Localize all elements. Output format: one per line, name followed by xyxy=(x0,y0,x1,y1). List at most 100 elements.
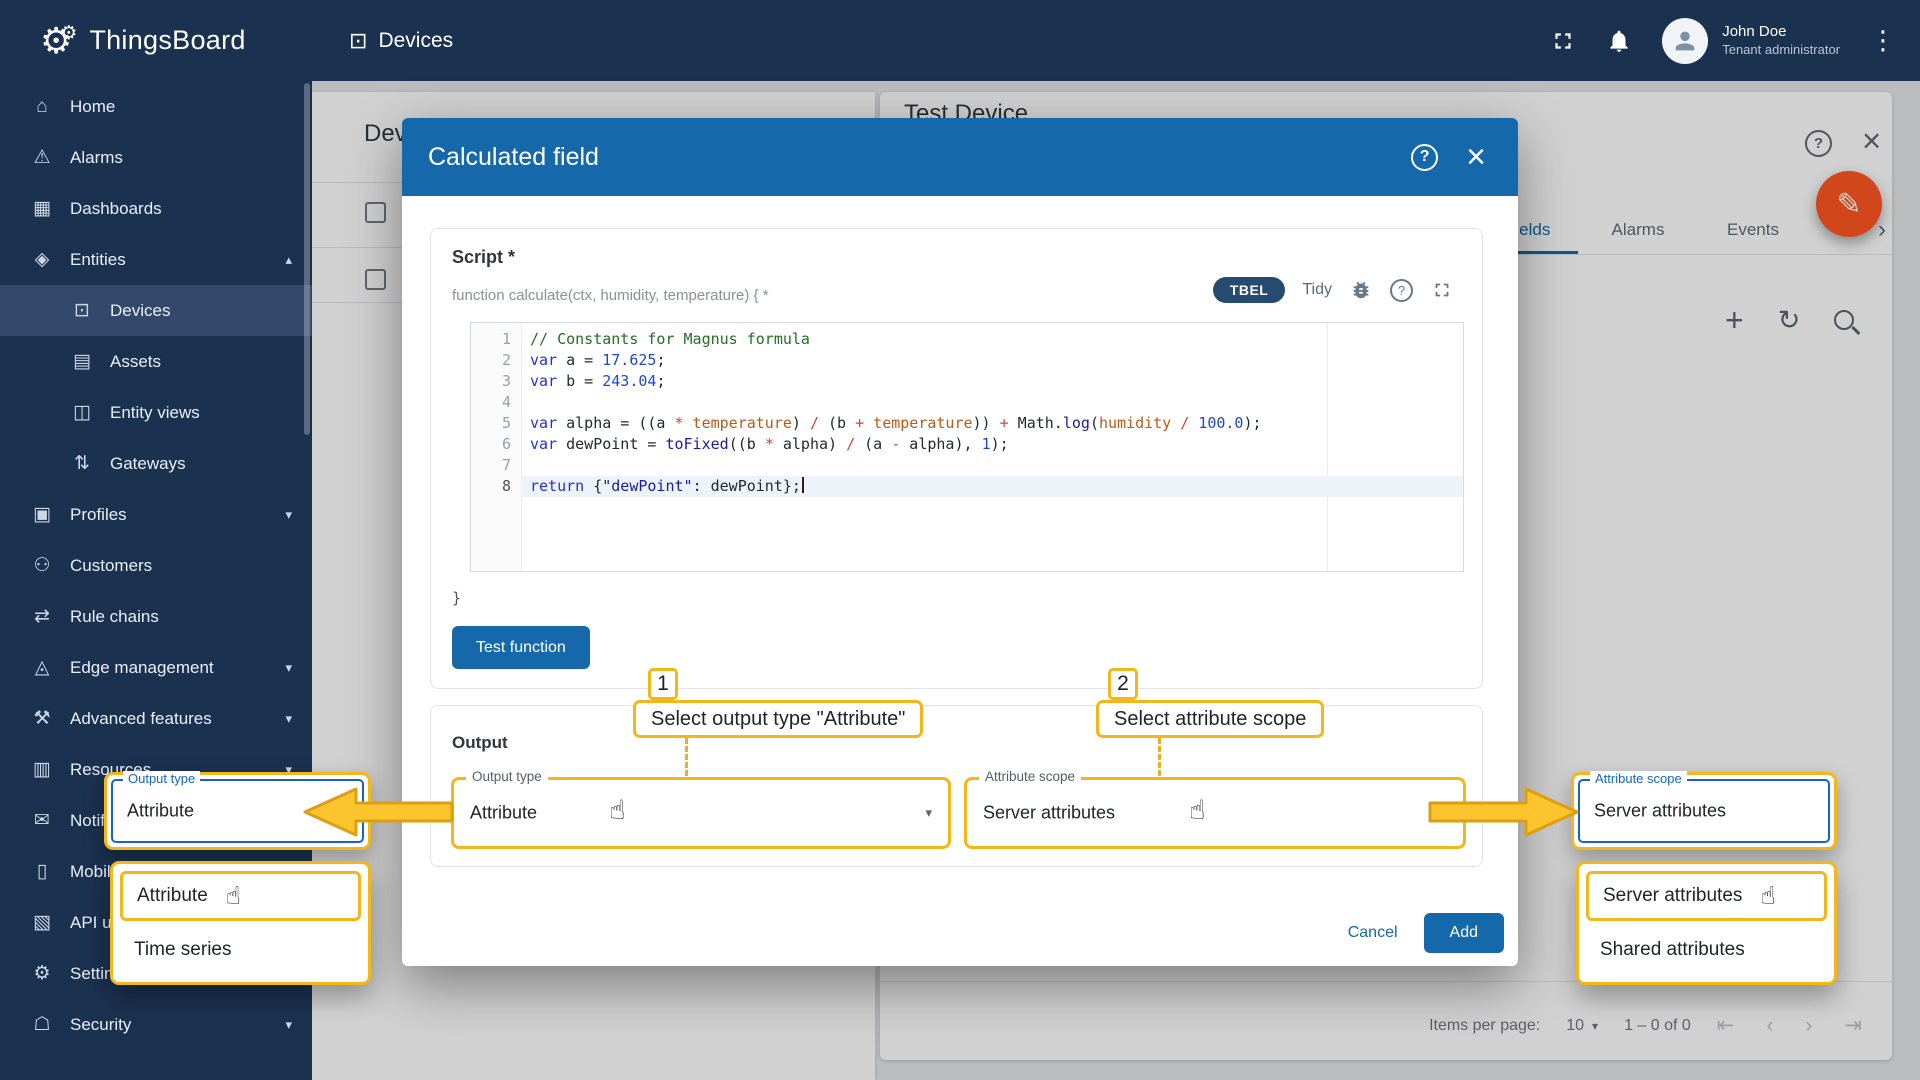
calculated-field-dialog: Calculated field ? × Script * function c… xyxy=(402,118,1518,966)
sidebar-item-label: Profiles xyxy=(70,505,127,525)
sidebar-item-rule-chains[interactable]: ⇄Rule chains xyxy=(0,591,312,642)
output-heading: Output xyxy=(452,733,508,753)
sidebar-item-gateways[interactable]: ⇅Gateways xyxy=(0,438,312,489)
tbel-toggle[interactable]: TBEL xyxy=(1213,277,1286,303)
attribute-scope-popup-field[interactable]: Attribute scope Server attributes xyxy=(1571,772,1837,850)
sidebar-item-advanced-features[interactable]: ⚒ Advanced features ▾ xyxy=(0,693,312,744)
option-label: Shared attributes xyxy=(1600,939,1745,961)
profiles-icon: ▣ xyxy=(30,503,54,526)
attribute-scope-select[interactable]: Attribute scope Server attributes ☝ ▾ xyxy=(964,777,1466,849)
chevron-down-icon: ▾ xyxy=(285,507,292,523)
sidebar-item-label: Assets xyxy=(110,352,161,372)
mouse-cursor-icon: ☝ xyxy=(226,884,241,909)
resources-icon: ▥ xyxy=(30,758,54,781)
option-label: Attribute xyxy=(137,885,208,907)
line-number: 4 xyxy=(471,392,511,413)
mouse-cursor-icon: ☝ xyxy=(1760,884,1775,909)
test-function-button[interactable]: Test function xyxy=(452,626,590,669)
line-number: 5 xyxy=(471,413,511,434)
line-number: 3 xyxy=(471,371,511,392)
fullscreen-icon[interactable] xyxy=(1550,28,1576,54)
attribute-scope-label: Attribute scope xyxy=(979,769,1081,784)
attribute-scope-popup-label: Attribute scope xyxy=(1590,771,1687,786)
arrow-left-icon xyxy=(302,786,454,843)
user-meta: John Doe Tenant administrator xyxy=(1722,23,1840,58)
sidebar-item-alarms[interactable]: ⚠ Alarms xyxy=(0,132,312,183)
alarms-icon: ⚠ xyxy=(30,146,54,169)
debug-bug-icon[interactable] xyxy=(1349,278,1373,302)
option-shared-attributes[interactable]: Shared attributes xyxy=(1586,925,1827,975)
devices-icon: ⊡ xyxy=(70,299,94,322)
mouse-cursor-icon: ☝ xyxy=(609,797,625,824)
home-icon: ⌂ xyxy=(30,96,54,118)
cancel-button[interactable]: Cancel xyxy=(1332,914,1414,952)
code-gutter: 12345678 xyxy=(471,323,522,571)
function-signature: function calculate(ctx, humidity, temper… xyxy=(452,287,769,304)
code-lines: // Constants for Magnus formulavar a = 1… xyxy=(522,329,1463,497)
code-line: var alpha = ((a * temperature) / (b + te… xyxy=(522,413,1463,434)
advanced-features-icon: ⚒ xyxy=(30,707,54,730)
tidy-button[interactable]: Tidy xyxy=(1302,281,1332,299)
add-button[interactable]: Add xyxy=(1424,913,1504,953)
code-editor[interactable]: 12345678 // Constants for Magnus formula… xyxy=(470,322,1464,572)
sidebar-item-edge-management[interactable]: ◬Edge management▾ xyxy=(0,642,312,693)
option-time-series[interactable]: Time series xyxy=(120,925,361,975)
user-name: John Doe xyxy=(1722,23,1840,42)
closing-brace: } xyxy=(452,589,461,607)
entities-icon: ◈ xyxy=(30,248,54,271)
sidebar-item-security[interactable]: ☖Security▾ xyxy=(0,999,312,1050)
sidebar-item-label: Entities xyxy=(70,250,126,270)
attribute-scope-value: Server attributes xyxy=(983,803,1115,824)
option-attribute[interactable]: Attribute ☝ xyxy=(120,871,361,921)
dialog-help-icon[interactable]: ? xyxy=(1411,144,1438,171)
sidebar-item-label: Advanced features xyxy=(70,709,212,729)
text-caret xyxy=(802,477,804,493)
output-type-popup-value: Attribute xyxy=(127,801,194,822)
script-section: Script * function calculate(ctx, humidit… xyxy=(430,228,1483,689)
attribute-scope-options-popup: Server attributes ☝ Shared attributes xyxy=(1576,861,1837,985)
line-number: 7 xyxy=(471,455,511,476)
dialog-close-icon[interactable]: × xyxy=(1466,140,1486,174)
topbar-actions: John Doe Tenant administrator ⋮ xyxy=(1550,18,1920,64)
page-title: Devices xyxy=(378,29,453,53)
sidebar-item-label: Edge management xyxy=(70,658,214,678)
code-line xyxy=(522,392,1463,413)
editor-fullscreen-icon[interactable] xyxy=(1430,278,1454,302)
sidebar-item-entities[interactable]: ◈ Entities ▴ xyxy=(0,234,312,285)
dialog-title: Calculated field xyxy=(428,143,1411,172)
devices-icon: ⊡ xyxy=(349,28,367,54)
script-help-icon[interactable]: ? xyxy=(1390,279,1413,302)
line-number: 6 xyxy=(471,434,511,455)
user-role: Tenant administrator xyxy=(1722,42,1840,58)
sidebar-item-profiles[interactable]: ▣ Profiles ▾ xyxy=(0,489,312,540)
user-avatar[interactable] xyxy=(1662,18,1708,64)
notification-center-icon: ✉ xyxy=(30,809,54,832)
code-line: var a = 17.625; xyxy=(522,350,1463,371)
mouse-cursor-icon: ☝ xyxy=(1189,797,1205,824)
sidebar-scrollbar[interactable] xyxy=(304,83,310,435)
notifications-bell-icon[interactable] xyxy=(1606,28,1632,54)
sidebar-item-home[interactable]: ⌂Home xyxy=(0,81,312,132)
sidebar-item-assets[interactable]: ▤Assets xyxy=(0,336,312,387)
sidebar-item-label: Entity views xyxy=(110,403,200,423)
chevron-down-icon: ▾ xyxy=(285,711,292,727)
brand-name: ThingsBoard xyxy=(89,25,245,56)
option-label: Server attributes xyxy=(1603,885,1742,907)
sidebar-item-customers[interactable]: ⚇Customers xyxy=(0,540,312,591)
sidebar-item-label: Customers xyxy=(70,556,152,576)
line-number: 1 xyxy=(471,329,511,350)
brand[interactable]: ⚙⚙ ThingsBoard xyxy=(40,20,246,62)
line-number: 2 xyxy=(471,350,511,371)
more-menu-icon[interactable]: ⋮ xyxy=(1870,25,1896,56)
option-server-attributes[interactable]: Server attributes ☝ xyxy=(1586,871,1827,921)
sidebar-item-entity-views[interactable]: ◫Entity views xyxy=(0,387,312,438)
output-type-select[interactable]: Output type Attribute ☝ ▾ xyxy=(451,777,951,849)
sidebar-item-label: Devices xyxy=(110,301,170,321)
chevron-up-icon: ▴ xyxy=(285,252,292,268)
sidebar-item-label: Alarms xyxy=(70,148,123,168)
output-type-options-popup: Attribute ☝ Time series xyxy=(110,861,371,985)
sidebar-item-devices[interactable]: ⊡ Devices xyxy=(0,285,312,336)
arrow-right-icon xyxy=(1427,786,1580,843)
sidebar-item-dashboards[interactable]: ▦Dashboards xyxy=(0,183,312,234)
line-number: 8 xyxy=(471,476,511,497)
